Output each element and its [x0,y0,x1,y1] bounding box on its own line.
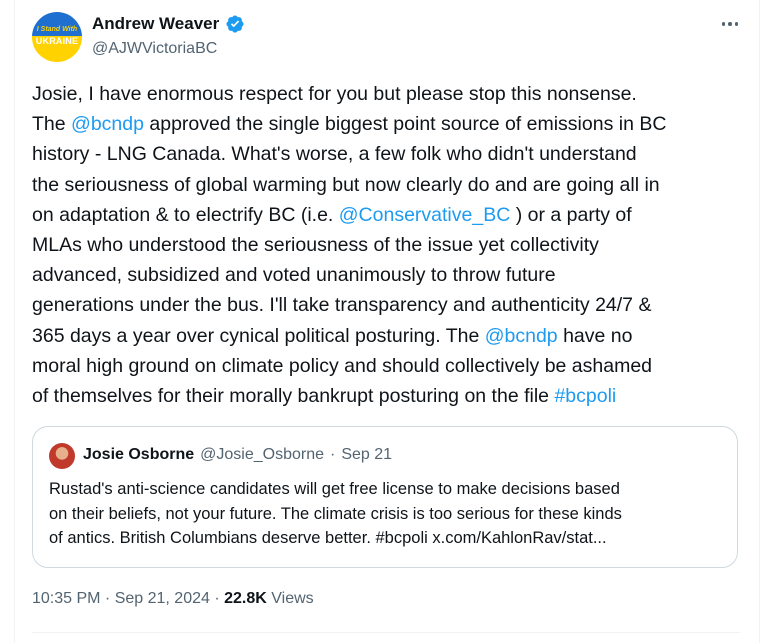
quoted-separator: · [330,446,336,463]
tweet-text-line: of themselves for their morally bankrupt… [32,381,740,411]
tweet-text-segment: advanced, subsidized and voted unanimous… [32,264,556,287]
views-label: Views [271,590,314,607]
tweet-text-segment: Josie, I have enormous respect for you b… [32,83,637,105]
avatar-caption-bottom: UKRAINE [35,36,79,46]
author-avatar[interactable]: I Stand With UKRAINE [32,12,82,62]
tweet-text-line: Josie, I have enormous respect for you b… [32,79,740,109]
tweet-text-line: The @bcndp approved the single biggest p… [32,109,740,139]
author-handle[interactable]: @AJWVictoriaBC [92,40,217,58]
quoted-text-line: on their beliefs, not your future. The c… [49,504,622,523]
verified-badge-icon[interactable] [225,14,245,34]
tweet-text-segment: of themselves for their morally bankrupt… [32,385,555,408]
divider [32,632,740,633]
tweet-text-segment: approved the single biggest point source… [143,113,667,136]
quoted-text-line: Rustad's anti-science candidates will ge… [49,480,620,498]
tweet-text-line: on adaptation & to electrify BC (i.e. @C… [32,200,740,230]
quoted-author-avatar[interactable] [49,443,75,469]
tweet-text-line: 365 days a year over cynical political p… [32,321,740,351]
tweet-text-line: MLAs who understood the seriousness of t… [32,230,740,260]
quoted-author-name[interactable]: Josie Osborne [83,446,194,464]
tweet-text-line: generations under the bus. I'll take tra… [32,290,740,320]
tweet-text-segment: 365 days a year over cynical political p… [32,324,485,347]
tweet-text-line: the seriousness of global warming but no… [32,170,740,200]
tweet-text: Josie, I have enormous respect for you b… [32,79,740,411]
quoted-date[interactable]: Sep 21 [341,446,392,464]
author-name-row: Andrew Weaver [92,14,245,34]
tweet-text-segment: MLAs who understood the seriousness of t… [32,234,599,257]
tweet-meta: 10:35 PM · Sep 21, 2024 · 22.8K Views [32,590,314,608]
tweet-text-segment: generations under the bus. I'll take tra… [32,294,652,317]
avatar-caption-top: I Stand With [36,26,78,33]
mention-link[interactable]: @bcndp [485,325,558,347]
more-options-icon[interactable] [718,14,742,34]
tweet-text-segment: moral high ground on climate policy and … [32,354,653,377]
meta-separator: · [100,590,115,607]
quoted-author-handle[interactable]: @Josie_Osborne [200,446,324,464]
author-display-name[interactable]: Andrew Weaver [92,14,219,34]
mention-link[interactable]: @Conservative_BC [339,204,511,226]
quoted-tweet-header: Josie Osborne @Josie_Osborne · Sep 21 [83,446,392,464]
quoted-tweet-text: Rustad's anti-science candidates will ge… [49,477,729,551]
tweet-text-line: history - LNG Canada. What's worse, a fe… [32,139,740,169]
meta-separator: · [209,590,225,607]
tweet-text-segment: on adaptation & to electrify BC (i.e. [32,203,339,226]
tweet-date[interactable]: Sep 21, 2024 [115,590,210,607]
mention-link[interactable]: @bcndp [71,113,144,135]
quoted-tweet[interactable]: Josie Osborne @Josie_Osborne · Sep 21 Ru… [32,426,738,568]
tweet-time[interactable]: 10:35 PM [32,590,100,607]
tweet-text-segment: have no [557,324,633,347]
tweet-text-segment: the seriousness of global warming but no… [32,173,660,196]
tweet-text-line: advanced, subsidized and voted unanimous… [32,260,740,290]
quoted-text-line: of antics. British Columbians deserve be… [49,529,607,548]
hashtag-link[interactable]: #bcpoli [554,385,616,407]
tweet-text-line: moral high ground on climate policy and … [32,351,740,381]
views-count: 22.8K [224,590,267,607]
tweet-text-segment: The [32,113,72,136]
tweet-text-segment: ) or a party of [510,203,632,226]
tweet-text-segment: history - LNG Canada. What's worse, a fe… [32,143,637,166]
